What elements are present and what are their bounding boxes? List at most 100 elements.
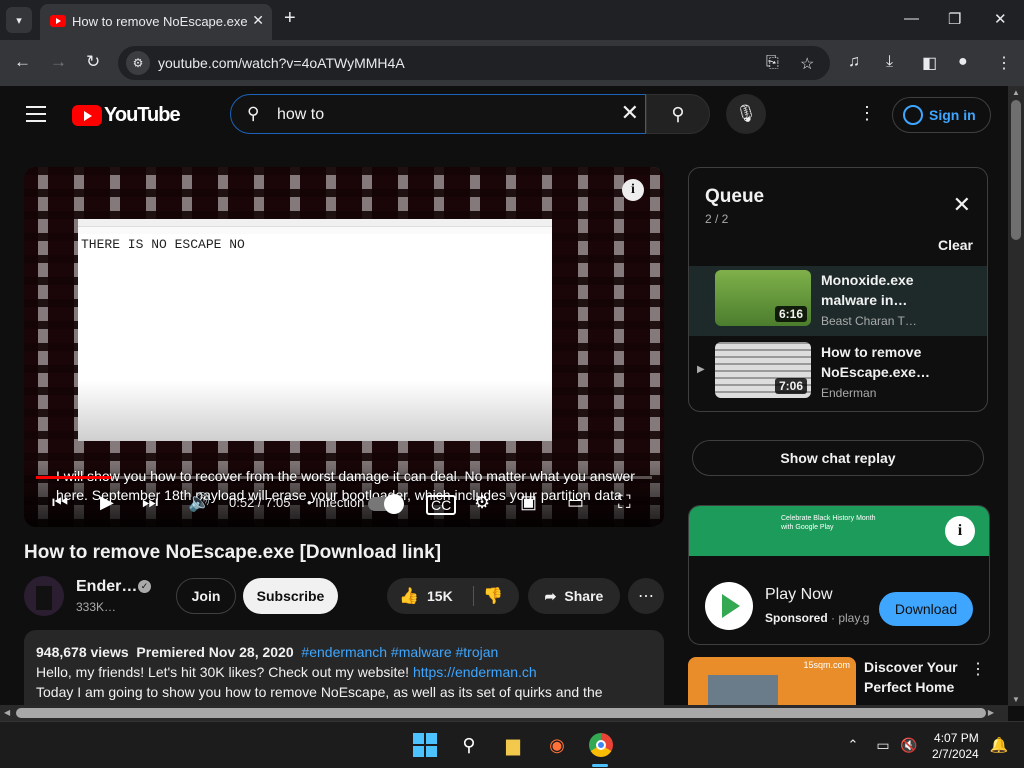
hashtags[interactable]: #endermanch #malware #trojan (301, 644, 498, 660)
tab-search-button[interactable]: ▾ (6, 7, 32, 33)
time-display: 0:52 / 7:05 (229, 495, 291, 510)
browser-tab[interactable]: How to remove NoEscape.exe [ ✕ (40, 4, 272, 40)
forward-button[interactable]: → (50, 52, 67, 72)
channel-name[interactable]: Ender… (76, 578, 137, 596)
ad-download-button[interactable]: Download (879, 592, 973, 626)
channel-avatar[interactable] (24, 576, 64, 616)
taskbar-search-icon[interactable]: ⚲ (456, 732, 482, 758)
clear-search-icon[interactable]: ✕ (621, 100, 639, 126)
scroll-left-icon[interactable]: ◀ (4, 708, 10, 717)
new-tab-button[interactable]: + (284, 8, 296, 28)
horizontal-scrollbar[interactable]: ◀ ▶ (0, 705, 1008, 721)
scroll-right-icon[interactable]: ▶ (988, 708, 994, 717)
system-clock[interactable]: 4:07 PM 2/7/2024 (932, 730, 979, 762)
queue-item[interactable]: 6:16 Monoxide.exe malware in… Beast Char… (689, 266, 987, 336)
bookmark-star-icon[interactable]: ☆ (800, 54, 814, 74)
like-icon[interactable]: 👍 (399, 586, 419, 606)
share-button[interactable]: ➦ Share (528, 578, 620, 614)
dislike-icon[interactable]: 👎 (483, 586, 503, 606)
hamburger-menu-icon[interactable] (26, 106, 46, 122)
notifications-icon[interactable]: 🔔 (986, 732, 1012, 758)
captions-icon[interactable]: CC (426, 495, 457, 515)
previous-icon[interactable]: ⏮ (52, 492, 68, 513)
youtube-header: YouTube ⚲ ✕ ⚲ 🎙 ⋮ Sign in (0, 86, 1008, 144)
site-info-icon[interactable]: ⚙ (126, 51, 150, 75)
firefox-icon[interactable]: ◉ (544, 732, 570, 758)
volume-icon[interactable]: 🔊 (188, 492, 210, 513)
queue-thumbnail: 7:06 (715, 342, 811, 398)
queue-count: 2 / 2 (705, 212, 729, 226)
recommended-title: Discover Your Perfect Home (864, 659, 958, 695)
queue-item-channel: Enderman (821, 386, 877, 400)
settings-menu-icon[interactable]: ⋮ (858, 103, 876, 124)
video-info-icon[interactable]: i (622, 179, 644, 201)
search-box[interactable]: ⚲ ✕ (230, 94, 646, 134)
queue-item-title: How to remove NoEscape.exe… (821, 344, 930, 380)
close-window-button[interactable]: ✕ (994, 10, 1007, 28)
queue-item[interactable]: ▶ 7:06 How to remove NoEscape.exe… Ender… (689, 338, 987, 408)
subscribe-button[interactable]: Subscribe (243, 578, 338, 614)
file-explorer-icon[interactable]: ▆ (500, 732, 526, 758)
minimize-button[interactable]: — (904, 10, 919, 27)
scrollbar-thumb[interactable] (16, 708, 986, 718)
network-icon[interactable]: ▭ (870, 732, 896, 758)
scroll-up-icon[interactable]: ▲ (1012, 88, 1020, 97)
voice-search-icon[interactable]: 🎙 (726, 94, 766, 134)
next-icon[interactable]: ⏭ (142, 492, 158, 513)
downloads-icon[interactable]: ⤓ (886, 53, 893, 71)
more-actions-button[interactable]: ⋯ (628, 578, 664, 614)
ad-name[interactable]: Play Now (765, 586, 833, 604)
chrome-taskbar-button[interactable] (588, 732, 614, 758)
scroll-down-icon[interactable]: ▼ (1012, 695, 1020, 704)
clear-queue-button[interactable]: Clear (938, 237, 973, 253)
side-panel-icon[interactable]: ◧ (922, 53, 937, 73)
tab-close-icon[interactable]: ✕ (252, 12, 264, 29)
ad-info-icon[interactable]: i (945, 516, 975, 546)
website-link[interactable]: https://enderman.ch (413, 664, 537, 680)
tray-overflow-icon[interactable]: ⌃ (840, 732, 866, 758)
address-bar[interactable]: ⚙ youtube.com/watch?v=4oATWyMMH4A ⎘ ☆ (118, 46, 830, 80)
queue-title: Queue (705, 186, 765, 207)
sign-in-button[interactable]: Sign in (892, 97, 991, 133)
video-player[interactable]: THERE IS NO ESCAPE NO i I will show you … (24, 167, 664, 527)
theater-mode-icon[interactable]: ▭ (567, 492, 584, 513)
search-button[interactable]: ⚲ (646, 94, 710, 134)
search-input[interactable] (277, 103, 577, 127)
recommended-video[interactable]: 15sqm.com Discover Your Perfect Home ⋮ (688, 657, 988, 707)
start-button[interactable] (412, 732, 438, 758)
chrome-icon (589, 733, 613, 757)
share-label: Share (564, 588, 604, 604)
back-button[interactable]: ← (14, 52, 31, 72)
like-count[interactable]: 15K (427, 588, 453, 604)
show-chat-replay-button[interactable]: Show chat replay (692, 440, 984, 476)
queue-panel: Queue 2 / 2 ✕ Clear 6:16 Monoxide.exe ma… (688, 167, 988, 412)
recommended-menu-icon[interactable]: ⋮ (970, 659, 986, 679)
media-controls-icon[interactable]: ♫ (848, 53, 860, 71)
youtube-logo-icon[interactable] (72, 105, 102, 126)
youtube-logo-text[interactable]: YouTube (104, 104, 181, 127)
ad-banner-text: Celebrate Black History Month with Googl… (781, 515, 876, 531)
sponsored-label: Sponsored (765, 611, 828, 625)
profile-icon[interactable]: ● (958, 53, 968, 71)
join-button[interactable]: Join (176, 578, 236, 614)
settings-gear-icon[interactable]: ⚙ (474, 492, 490, 513)
chrome-menu-icon[interactable]: ⋮ (996, 53, 1012, 73)
fullscreen-icon[interactable]: ⛶ (618, 492, 631, 513)
chapter-title[interactable]: • Infection (307, 495, 364, 510)
queue-item-channel: Beast Charan T… (821, 314, 917, 328)
scrollbar-thumb[interactable] (1011, 100, 1021, 240)
ad-card[interactable]: Celebrate Black History Month with Googl… (688, 505, 990, 645)
install-app-icon[interactable]: ⎘ (766, 54, 779, 72)
mute-icon[interactable]: 🔇 (896, 732, 922, 758)
reload-button[interactable]: ↻ (86, 52, 100, 72)
autoplay-toggle[interactable] (368, 494, 404, 514)
vertical-scrollbar[interactable]: ▲ ▼ (1008, 86, 1024, 706)
queue-thumbnail: 6:16 (715, 270, 811, 326)
restore-button[interactable]: ❐ (948, 10, 961, 28)
active-app-indicator (592, 764, 608, 767)
close-queue-icon[interactable]: ✕ (953, 192, 971, 218)
play-icon[interactable]: ▶ (100, 492, 114, 513)
clock-date: 2/7/2024 (932, 747, 979, 761)
miniplayer-icon[interactable]: ▣ (520, 492, 537, 513)
progress-bar[interactable] (36, 476, 652, 479)
